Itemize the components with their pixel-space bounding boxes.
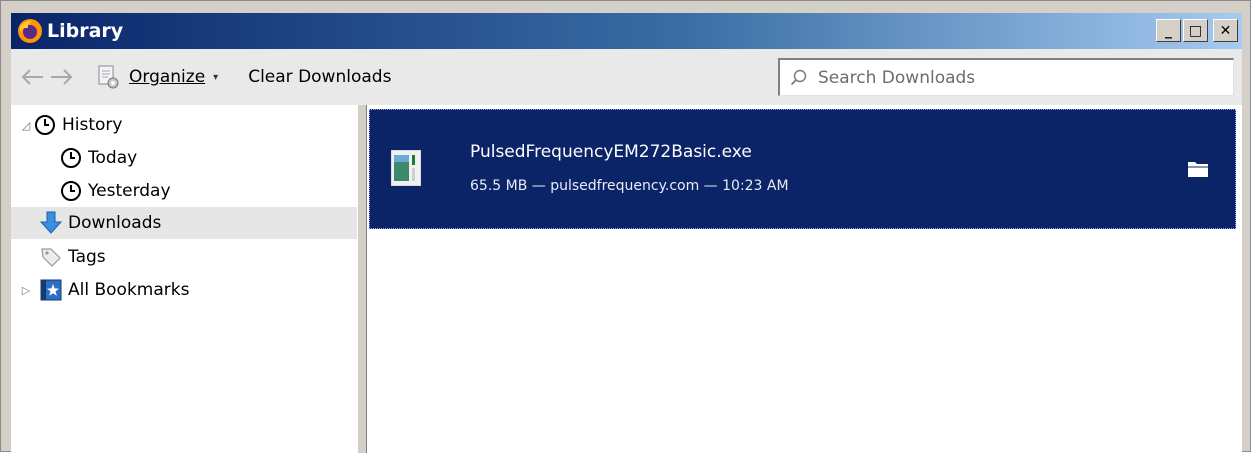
download-arrow-icon	[39, 211, 63, 235]
search-input[interactable]	[816, 66, 1220, 89]
search-box[interactable]	[778, 58, 1234, 96]
forward-button[interactable]	[49, 64, 75, 90]
clock-icon	[59, 146, 83, 170]
clock-icon	[59, 179, 83, 203]
clock-icon	[33, 113, 57, 137]
sidebar-item-label: Yesterday	[88, 181, 171, 201]
downloads-list: PulsedFrequencyEM272Basic.exe 65.5 MB — …	[367, 105, 1242, 453]
maximize-icon: □	[1188, 22, 1203, 39]
expanded-twisty-icon[interactable]: ◿	[19, 119, 33, 132]
back-button[interactable]	[19, 64, 45, 90]
window-controls: _ □ ✕	[1156, 19, 1238, 42]
clear-downloads-button[interactable]: Clear Downloads	[248, 67, 391, 87]
organize-label: Organize	[129, 67, 206, 87]
search-icon	[790, 69, 807, 85]
sidebar-item-label: All Bookmarks	[68, 280, 190, 300]
folder-icon[interactable]	[1187, 158, 1209, 178]
exe-file-icon	[391, 150, 421, 186]
sidebar-item-all-bookmarks[interactable]: ▷ All Bookmarks	[11, 274, 357, 306]
tag-icon	[39, 245, 63, 269]
sidebar-item-label: Downloads	[68, 213, 162, 233]
sidebar-item-tags[interactable]: Tags	[11, 241, 357, 273]
pane-splitter[interactable]	[357, 105, 367, 453]
close-button[interactable]: ✕	[1213, 19, 1238, 42]
window-title: Library	[47, 20, 124, 42]
download-file-name: PulsedFrequencyEM272Basic.exe	[470, 142, 752, 162]
maximize-button[interactable]: □	[1183, 19, 1208, 42]
library-window: Library _ □ ✕ Organize ▾ Clear Downloads…	[0, 0, 1251, 453]
collapsed-twisty-icon[interactable]: ▷	[19, 284, 33, 297]
download-item[interactable]: PulsedFrequencyEM272Basic.exe 65.5 MB — …	[369, 109, 1236, 229]
close-icon: ✕	[1219, 22, 1232, 39]
sidebar-item-label: Today	[88, 148, 138, 168]
toolbar: Organize ▾ Clear Downloads	[11, 49, 1242, 105]
forward-arrow-icon	[51, 69, 73, 85]
back-arrow-icon	[21, 69, 43, 85]
sidebar-item-today[interactable]: Today	[11, 142, 357, 174]
chevron-down-icon: ▾	[213, 71, 219, 83]
sidebar-tree: ◿ History Today Yesterday Downloads Tags…	[11, 105, 357, 453]
firefox-icon	[17, 18, 43, 44]
organize-icon[interactable]	[95, 63, 121, 91]
sidebar-item-label: History	[62, 115, 123, 135]
sidebar-item-label: Tags	[68, 247, 106, 267]
download-status: 65.5 MB — pulsedfrequency.com — 10:23 AM	[470, 178, 789, 194]
title-bar[interactable]: Library _ □ ✕	[11, 13, 1242, 49]
bookmarks-star-icon	[39, 278, 63, 302]
minimize-button[interactable]: _	[1156, 19, 1181, 42]
minimize-icon: _	[1165, 22, 1172, 39]
sidebar-item-history[interactable]: ◿ History	[11, 109, 357, 141]
sidebar-item-yesterday[interactable]: Yesterday	[11, 175, 357, 207]
organize-menu-button[interactable]: Organize ▾	[129, 67, 218, 87]
sidebar-item-downloads[interactable]: Downloads	[11, 207, 357, 239]
